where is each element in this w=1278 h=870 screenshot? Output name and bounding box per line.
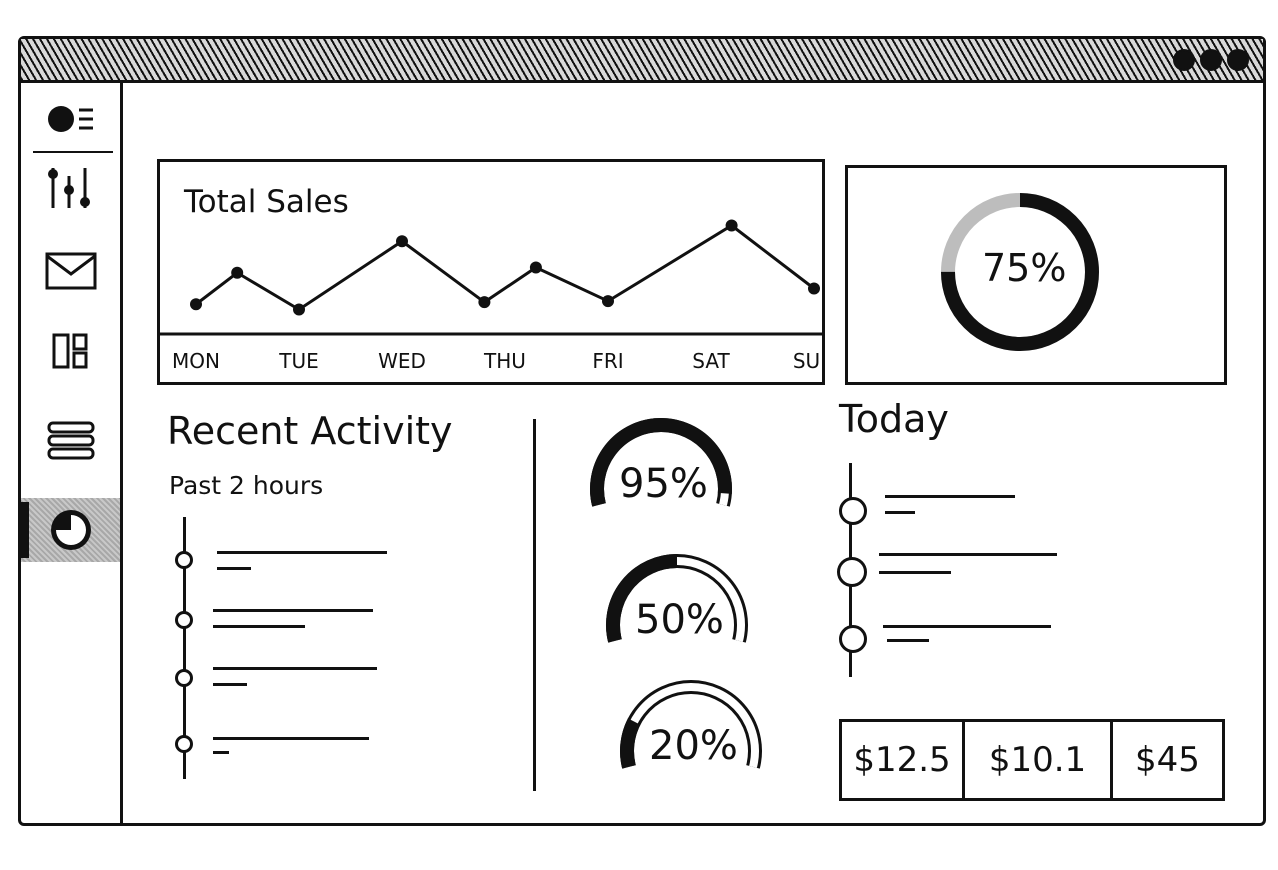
timeline-node[interactable]: [175, 611, 193, 629]
recent-activity-subtitle: Past 2 hours: [169, 471, 324, 500]
x-tick-label: TUE: [278, 349, 319, 373]
data-point[interactable]: [529, 261, 542, 274]
placeholder-line: [879, 553, 1057, 556]
window-controls: [1173, 49, 1249, 71]
sidebar-item-layers[interactable]: [21, 413, 120, 469]
placeholder-line: [217, 551, 387, 554]
placeholder-line: [885, 511, 915, 514]
timeline-node[interactable]: [175, 669, 193, 687]
progress-ring-label: 75%: [982, 246, 1067, 290]
amount-cell[interactable]: $10.1: [962, 722, 1110, 798]
placeholder-line: [883, 625, 1051, 628]
pie-chart-icon: [50, 510, 91, 550]
gauge-label: 50%: [635, 597, 724, 643]
amounts-table: $12.5 $10.1 $45: [839, 719, 1225, 801]
sidebar-item-menu[interactable]: [21, 91, 120, 147]
gauge: 95%: [581, 409, 741, 539]
sidebar-item-widgets[interactable]: [21, 323, 120, 379]
active-indicator: [21, 502, 29, 558]
window-control-button[interactable]: [1173, 49, 1195, 71]
x-tick-label: SAT: [692, 349, 730, 373]
placeholder-line: [887, 639, 929, 642]
sidebar: [21, 83, 123, 823]
placeholder-line: [213, 751, 229, 754]
timeline-node[interactable]: [175, 551, 193, 569]
placeholder-line: [213, 667, 377, 670]
title-bar[interactable]: [21, 39, 1263, 83]
data-point[interactable]: [190, 298, 202, 311]
menu-icon: [47, 106, 93, 132]
sliders-icon: [47, 168, 90, 208]
data-point[interactable]: [725, 219, 738, 232]
amount-cell[interactable]: $45: [1110, 722, 1222, 798]
placeholder-line: [213, 683, 247, 686]
today-title: Today: [839, 397, 949, 441]
data-point[interactable]: [231, 266, 244, 279]
total-sales-line-chart: MON TUE WED THU FRI SAT SUN: [160, 219, 822, 373]
sidebar-divider: [33, 151, 113, 153]
timeline-node[interactable]: [839, 497, 867, 525]
gauge-label: 95%: [619, 461, 708, 507]
gauge: 50%: [597, 545, 757, 675]
placeholder-line: [885, 495, 1015, 498]
placeholder-line: [213, 625, 305, 628]
window-control-button[interactable]: [1227, 49, 1249, 71]
placeholder-line: [213, 609, 373, 612]
overall-progress-card: 75%: [845, 165, 1227, 385]
x-tick-label: FRI: [592, 349, 623, 373]
mail-icon: [45, 252, 96, 290]
recent-activity-title: Recent Activity: [167, 409, 453, 453]
data-point[interactable]: [808, 282, 820, 295]
sidebar-item-settings[interactable]: [21, 161, 120, 217]
app-window: Total Sales MONTUEWEDTHUFRISATSUN 75% Re…: [18, 36, 1266, 826]
timeline-node[interactable]: [837, 557, 867, 587]
timeline-node[interactable]: [175, 735, 193, 753]
x-tick-label: SUN: [793, 349, 822, 373]
grid-icon: [52, 333, 87, 369]
gauge-label: 20%: [649, 723, 738, 769]
window-control-button[interactable]: [1200, 49, 1222, 71]
x-tick-label: MON: [172, 349, 220, 373]
x-tick-label: THU: [483, 349, 526, 373]
layers-icon: [47, 421, 94, 460]
gauge-fill: [620, 718, 641, 769]
sidebar-item-mail[interactable]: [21, 243, 120, 299]
sidebar-item-reports[interactable]: [21, 498, 120, 562]
column-divider: [533, 419, 536, 791]
data-point[interactable]: [396, 235, 408, 248]
series-line: [195, 223, 815, 312]
placeholder-line: [213, 737, 369, 740]
total-sales-card: Total Sales MONTUEWEDTHUFRISATSUN: [157, 159, 825, 385]
data-point[interactable]: [478, 296, 491, 309]
data-point[interactable]: [293, 303, 305, 316]
data-point[interactable]: [602, 295, 614, 308]
placeholder-line: [217, 567, 251, 570]
timeline-node[interactable]: [839, 625, 867, 653]
amount-cell[interactable]: $12.5: [842, 722, 962, 798]
placeholder-line: [879, 571, 951, 574]
gauge: 20%: [611, 671, 771, 801]
x-tick-label: WED: [378, 349, 426, 373]
